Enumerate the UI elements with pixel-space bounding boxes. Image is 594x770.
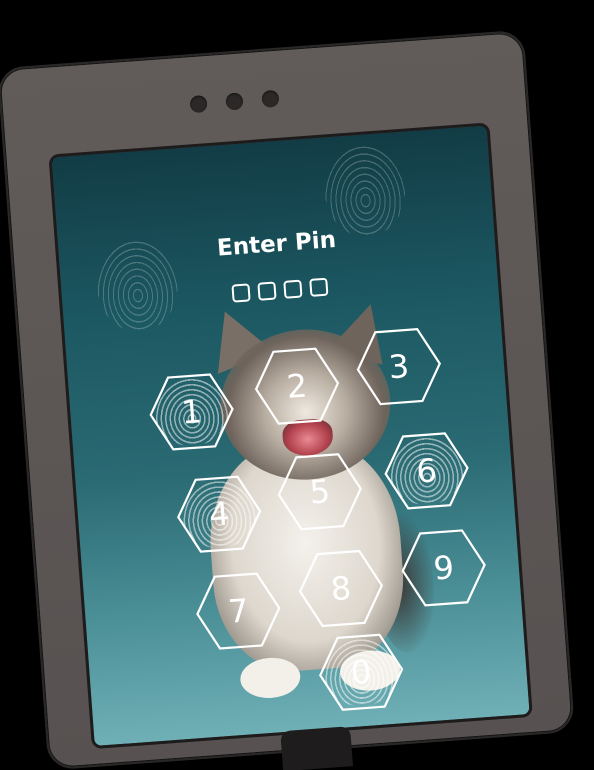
keypad-digit-label: 6 <box>415 451 439 491</box>
stage: Enter Pin 1 2 3 4 5 6 7 8 9 0 <box>0 0 594 770</box>
keypad-key-3[interactable]: 3 <box>353 326 444 408</box>
keypad-key-2[interactable]: 2 <box>251 345 342 427</box>
keypad-digit-label: 5 <box>308 472 332 512</box>
home-button[interactable] <box>280 726 353 770</box>
keypad-digit-label: 9 <box>432 548 456 588</box>
keypad-key-9[interactable]: 9 <box>398 527 489 609</box>
enter-pin-title: Enter Pin <box>216 226 337 262</box>
keypad-digit-label: 4 <box>207 494 231 534</box>
camera-dot-icon <box>189 95 208 114</box>
keypad-digit-label: 1 <box>180 392 204 432</box>
camera-dot-icon <box>225 92 244 111</box>
keypad-digit-label: 2 <box>285 366 309 406</box>
keypad-digit-label: 7 <box>226 591 250 631</box>
kitten-paw-left <box>238 655 302 701</box>
keypad-key-1[interactable]: 1 <box>146 371 237 453</box>
keypad-key-8[interactable]: 8 <box>295 547 386 629</box>
keypad-key-7[interactable]: 7 <box>193 570 284 652</box>
pin-digit-slot <box>231 283 251 303</box>
camera-dot-icon <box>261 89 280 108</box>
pin-digit-slot <box>257 281 277 301</box>
keypad-key-0[interactable]: 0 <box>315 631 406 713</box>
keypad-key-5[interactable]: 5 <box>274 451 365 533</box>
lock-screen: Enter Pin 1 2 3 4 5 6 7 8 9 0 <box>48 122 533 750</box>
keypad-digit-label: 8 <box>329 568 353 609</box>
keypad-key-4[interactable]: 4 <box>174 473 265 555</box>
pin-digit-slot <box>309 277 329 297</box>
keypad-key-6[interactable]: 6 <box>381 430 472 512</box>
phone-device-frame: Enter Pin 1 2 3 4 5 6 7 8 9 0 <box>0 29 576 770</box>
keypad-digit-label: 0 <box>349 652 373 692</box>
kitten-wallpaper-image <box>52 126 487 701</box>
keypad-digit-label: 3 <box>387 346 411 387</box>
pin-digit-slot <box>283 279 303 299</box>
pin-keypad: 1 2 3 4 5 6 7 8 9 0 <box>52 126 487 711</box>
